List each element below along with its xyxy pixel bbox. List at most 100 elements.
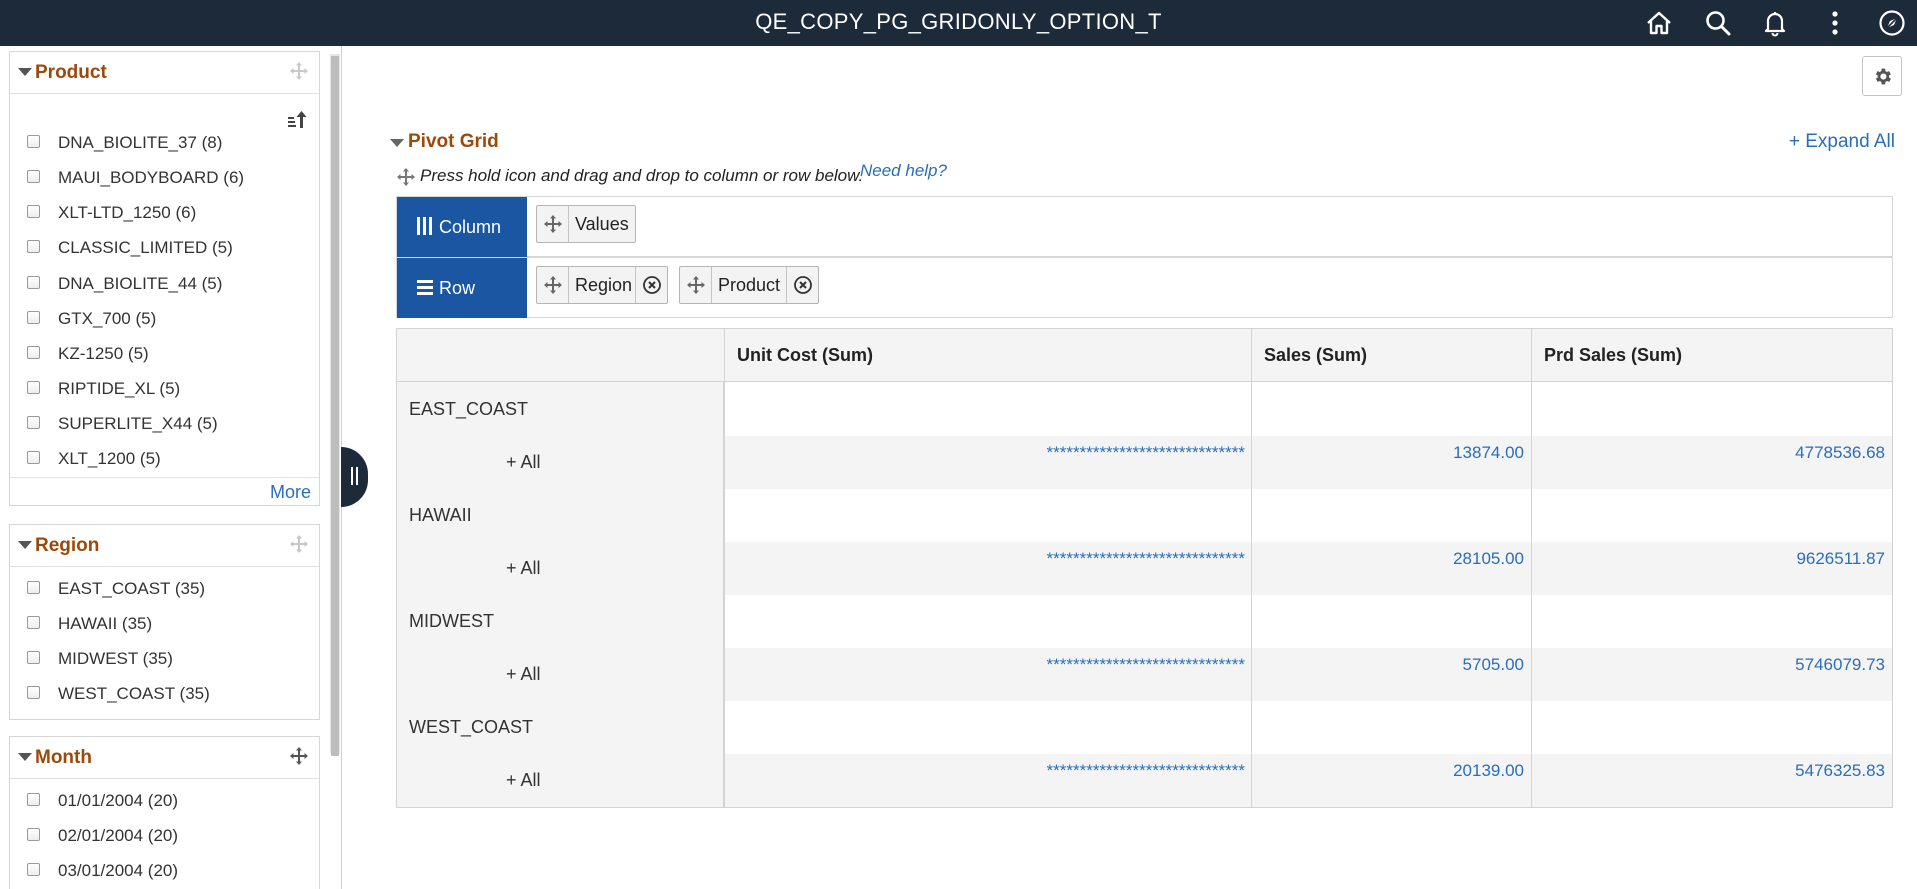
column-header-unit-cost[interactable]: Unit Cost (Sum)	[725, 329, 1251, 382]
chip-drag-handle[interactable]	[537, 267, 569, 303]
expand-all-row-link[interactable]: + All	[506, 770, 541, 791]
checkbox[interactable]	[27, 863, 40, 876]
row-drop-zone[interactable]: Row Region Product	[396, 257, 1893, 318]
drag-move-icon[interactable]	[289, 61, 309, 81]
settings-gear-button[interactable]	[1862, 56, 1902, 96]
column-header-prd-sales[interactable]: Prd Sales (Sum)	[1532, 329, 1892, 382]
chip-label: Region	[575, 275, 633, 295]
cell-sales[interactable]: 13874.00	[1253, 443, 1524, 463]
cell-sales[interactable]: 20139.00	[1253, 761, 1524, 781]
app-header: QE_COPY_PG_GRIDONLY_OPTION_T	[0, 0, 1917, 46]
drag-move-icon	[687, 276, 705, 294]
checkbox[interactable]	[27, 616, 40, 629]
cell-prd-sales[interactable]: 5476325.83	[1533, 761, 1885, 781]
column-label-text: Column	[439, 217, 502, 237]
checkbox[interactable]	[27, 381, 40, 394]
product-filter-header[interactable]: Product	[10, 52, 319, 94]
chip-drag-handle[interactable]	[537, 206, 569, 242]
need-help-link[interactable]: Need help?	[860, 161, 947, 181]
close-circle-icon	[643, 276, 661, 294]
column-divider	[1531, 329, 1532, 807]
cell-unit-cost[interactable]: ******************************	[727, 549, 1245, 569]
cell-unit-cost[interactable]: ******************************	[727, 443, 1245, 463]
more-link[interactable]: More	[270, 482, 311, 503]
drag-move-icon	[544, 215, 562, 233]
checkbox[interactable]	[27, 205, 40, 218]
drag-move-icon[interactable]	[289, 746, 309, 766]
row-label-region: EAST_COAST	[409, 399, 529, 419]
row-chip-region[interactable]: Region	[536, 266, 668, 304]
drag-move-icon[interactable]	[289, 534, 309, 554]
cell-sales[interactable]: 28105.00	[1253, 549, 1524, 569]
row-header-column	[397, 382, 724, 807]
rows-icon	[417, 280, 433, 295]
drag-move-icon	[544, 276, 562, 294]
month-filter-header[interactable]: Month	[10, 737, 319, 779]
pivot-collapse-triangle-icon[interactable]	[390, 139, 404, 147]
row-chip-product[interactable]: Product	[679, 266, 819, 304]
column-header-sales[interactable]: Sales (Sum)	[1252, 329, 1531, 382]
row-label-text: Row	[439, 278, 476, 298]
navbar-compass-icon[interactable]	[1877, 8, 1907, 38]
month-filter: Month 01/01/2004 (20) 02/01/2004 (20) 03…	[9, 736, 320, 889]
more-actions-icon[interactable]	[1820, 8, 1850, 38]
chip-label: Values	[575, 214, 629, 234]
product-filter-title: Product	[35, 62, 107, 83]
checkbox[interactable]	[27, 311, 40, 324]
divider	[10, 477, 319, 478]
checkbox[interactable]	[27, 651, 40, 664]
expand-all-row-link[interactable]: + All	[506, 558, 541, 579]
cell-sales[interactable]: 5705.00	[1253, 655, 1524, 675]
drag-hint-text: Press hold icon and drag and drop to col…	[420, 166, 864, 185]
handle-grip-icon	[356, 467, 358, 485]
panel-collapse-handle[interactable]	[341, 447, 368, 507]
cell-unit-cost[interactable]: ******************************	[727, 655, 1245, 675]
checkbox[interactable]	[27, 416, 40, 429]
row-label-region: HAWAII	[409, 505, 472, 525]
notification-bell-icon[interactable]	[1760, 8, 1790, 38]
row-label-region: WEST_COAST	[409, 717, 534, 737]
home-icon[interactable]	[1644, 8, 1674, 38]
corner-header-cell	[397, 329, 724, 382]
drag-move-icon	[396, 167, 416, 187]
close-circle-icon	[794, 276, 812, 294]
month-filter-title: Month	[35, 747, 92, 768]
product-filter: Product DNA_BIOLITE_37 (8) MAUI_BODYBOAR…	[9, 51, 320, 506]
checkbox[interactable]	[27, 135, 40, 148]
column-chip-values[interactable]: Values	[536, 205, 636, 243]
checkbox[interactable]	[27, 346, 40, 359]
sort-icon[interactable]	[287, 110, 309, 130]
filter-panel: Product DNA_BIOLITE_37 (8) MAUI_BODYBOAR…	[0, 46, 342, 889]
collapse-triangle-icon[interactable]	[18, 68, 32, 76]
chip-remove-button[interactable]	[786, 267, 818, 303]
collapse-triangle-icon[interactable]	[18, 753, 32, 761]
checkbox[interactable]	[27, 240, 40, 253]
checkbox[interactable]	[27, 793, 40, 806]
cell-unit-cost[interactable]: ******************************	[727, 761, 1245, 781]
column-drop-zone[interactable]: Column Values	[396, 196, 1893, 257]
checkbox[interactable]	[27, 276, 40, 289]
collapse-triangle-icon[interactable]	[18, 541, 32, 549]
checkbox[interactable]	[27, 170, 40, 183]
expand-all-link[interactable]: + Expand All	[1789, 131, 1895, 153]
gear-icon	[1875, 68, 1891, 85]
chip-remove-button[interactable]	[635, 267, 667, 303]
column-zone-label: Column	[397, 197, 527, 257]
expand-all-row-link[interactable]: + All	[506, 452, 541, 473]
checkbox[interactable]	[27, 451, 40, 464]
scrollbar-thumb[interactable]	[331, 56, 339, 756]
checkbox[interactable]	[27, 828, 40, 841]
chip-label: Product	[718, 275, 781, 295]
checkbox[interactable]	[27, 686, 40, 699]
region-filter-title: Region	[35, 535, 100, 556]
region-filter-header[interactable]: Region	[10, 525, 319, 567]
checkbox[interactable]	[27, 581, 40, 594]
chip-drag-handle[interactable]	[680, 267, 712, 303]
cell-prd-sales[interactable]: 4778536.68	[1533, 443, 1885, 463]
columns-icon	[417, 217, 432, 235]
cell-prd-sales[interactable]: 5746079.73	[1533, 655, 1885, 675]
cell-prd-sales[interactable]: 9626511.87	[1533, 549, 1885, 569]
column-divider	[724, 329, 725, 807]
expand-all-row-link[interactable]: + All	[506, 664, 541, 685]
search-icon[interactable]	[1703, 8, 1733, 38]
